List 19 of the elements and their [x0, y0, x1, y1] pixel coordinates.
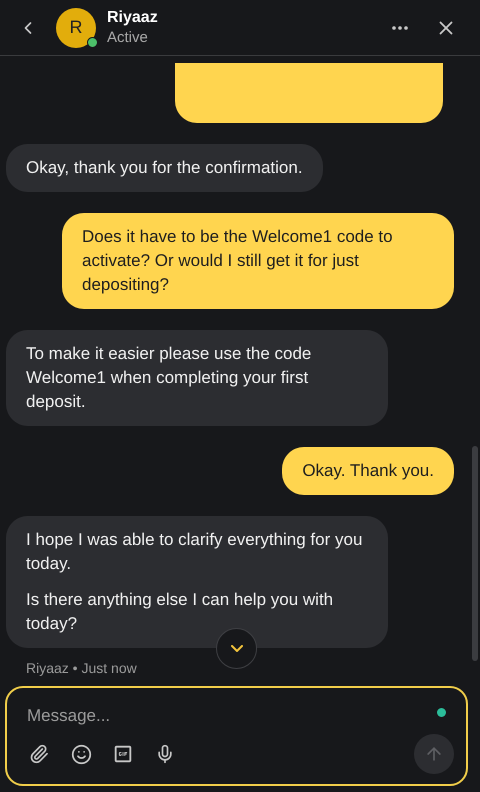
chevron-down-icon: [230, 645, 242, 652]
contact-status: Active: [107, 28, 149, 48]
ellipsis-icon: [392, 26, 408, 30]
emoji-icon[interactable]: [69, 742, 93, 766]
scrollbar-thumb[interactable]: [472, 446, 478, 661]
message-text: Okay, thank you for the confirmation.: [26, 157, 303, 179]
scroll-down-button[interactable]: [216, 628, 257, 669]
avatar: R: [56, 8, 96, 48]
message-text: To make it easier please use the code Welcome1 when completing your first deposit.: [26, 343, 312, 413]
message-text: Okay. Thank you.: [302, 460, 434, 482]
message-text: Does it have to be the Welcome1 code to activate? Or would I still get it for just depositing?: [82, 226, 394, 296]
message-meta: Riyaaz • Just now: [26, 660, 138, 676]
message-text: I hope I was able to clarify everything for you today.: [26, 529, 364, 575]
message-text: Is there anything else I can help you with today?: [26, 589, 334, 635]
send-button[interactable]: [414, 734, 454, 774]
message-input[interactable]: Message...: [27, 702, 407, 730]
message-composer[interactable]: Message...: [5, 686, 468, 786]
status-dot: [437, 708, 446, 717]
contact-name: Riyaaz: [107, 8, 159, 28]
